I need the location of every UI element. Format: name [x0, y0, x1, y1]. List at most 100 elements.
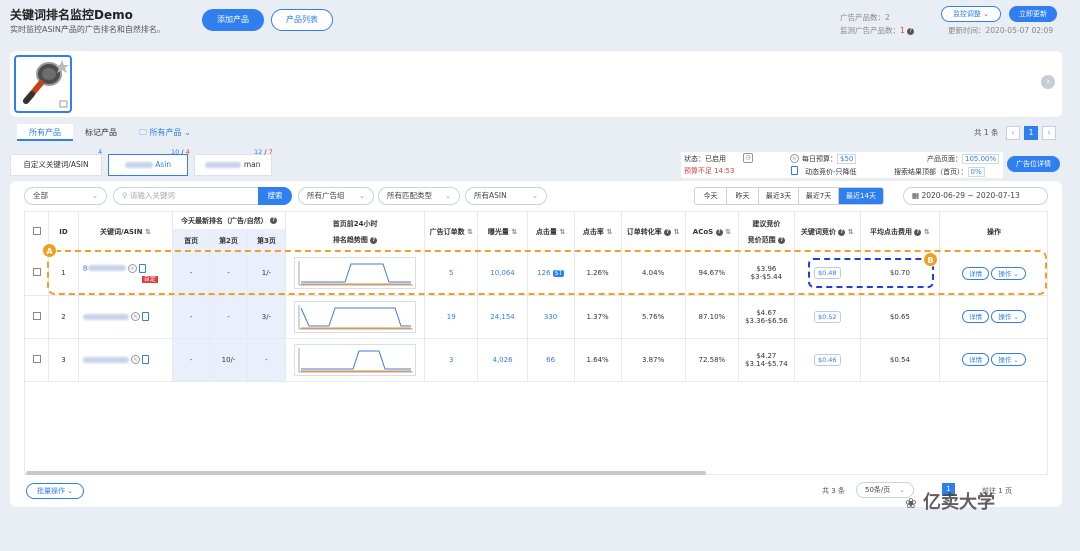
- col-acos[interactable]: ACoS ? ⇅: [685, 212, 740, 252]
- blurred-text: [82, 356, 129, 363]
- row-keyword-bid[interactable]: $0.52: [794, 295, 861, 338]
- row-orders[interactable]: 19: [424, 295, 479, 338]
- pager-prev-button[interactable]: ‹: [1006, 126, 1020, 140]
- help-icon[interactable]: ?: [914, 228, 922, 236]
- budget-warning: 预算不足 14:53: [684, 167, 735, 175]
- detail-button[interactable]: 详情: [962, 353, 990, 366]
- col-orders[interactable]: 广告订单数 ⇅: [424, 212, 479, 252]
- all-select[interactable]: 全部 ⌄: [24, 187, 107, 205]
- product-carousel: ‹ ›: [10, 51, 1062, 117]
- help-icon[interactable]: ?: [778, 236, 786, 244]
- tab-all-products[interactable]: 所有产品: [17, 124, 73, 141]
- sort-icon: ⇅: [144, 228, 151, 236]
- product-thumbnail[interactable]: [14, 55, 72, 113]
- keyword-tab-asin[interactable]: Asin: [108, 154, 188, 176]
- page-title: 关键词排名监控Demo: [10, 8, 133, 22]
- operate-dropdown[interactable]: 操作 ⌄: [991, 353, 1026, 366]
- daily-budget: 每日预算： $50: [802, 154, 857, 164]
- row-ops: 详情 操作 ⌄: [938, 295, 1047, 338]
- row-impressions[interactable]: 24,154: [477, 295, 528, 338]
- ai-icon: AI: [790, 154, 799, 163]
- row-clicks[interactable]: 330: [527, 295, 575, 338]
- row-acos: 87.10%: [685, 295, 740, 338]
- row-suggested-bid: $4.67 $3.36-$6.56: [738, 295, 795, 338]
- row-checkbox[interactable]: [32, 354, 41, 363]
- range-7days[interactable]: 最近7天: [799, 188, 839, 204]
- select-all-checkbox[interactable]: [32, 227, 41, 235]
- search-button[interactable]: 搜索: [258, 187, 292, 205]
- row-impressions[interactable]: 4,026: [477, 338, 528, 381]
- keyword-tab-man[interactable]: man: [194, 154, 272, 176]
- help-icon[interactable]: ?: [270, 217, 278, 224]
- help-icon[interactable]: ?: [838, 228, 846, 236]
- chevron-down-icon: ⌄: [359, 192, 365, 200]
- row-keyword[interactable]: AI: [78, 338, 173, 381]
- sort-icon: ⇅: [725, 228, 731, 236]
- add-product-button[interactable]: 添加产品: [202, 9, 264, 31]
- row-ctr: 1.37%: [574, 295, 622, 338]
- col-ctr[interactable]: 点击率 ⇅: [574, 212, 622, 252]
- pager-page-1[interactable]: 1: [1024, 126, 1038, 140]
- tab-marked-products[interactable]: 标记产品: [85, 127, 117, 138]
- range-today[interactable]: 今天: [695, 188, 727, 204]
- row-orders[interactable]: 3: [424, 338, 479, 381]
- col-impressions[interactable]: 曝光量 ⇅: [477, 212, 528, 252]
- operate-dropdown[interactable]: 操作 ⌄: [991, 310, 1026, 323]
- monitored-count: 监测广告产品数：1 ?: [840, 25, 915, 36]
- annotation-badge-a: A: [42, 243, 57, 258]
- chevron-down-icon: ⌄: [92, 192, 98, 200]
- range-yesterday[interactable]: 昨天: [727, 188, 759, 204]
- row-checkbox[interactable]: [32, 311, 41, 320]
- row-clicks[interactable]: 66: [527, 338, 575, 381]
- asin-select[interactable]: 所有ASIN ⌄: [465, 187, 547, 205]
- document-icon[interactable]: [142, 355, 150, 364]
- col-ops: 操作: [938, 212, 1047, 252]
- col-cvr[interactable]: 订单转化率 ? ⇅: [621, 212, 686, 252]
- chevron-down-icon: ⌄: [184, 128, 191, 137]
- row-checkbox[interactable]: [32, 268, 41, 277]
- row-cvr: 5.76%: [621, 295, 686, 338]
- folder-dropdown[interactable]: 🗀 所有产品 ⌄: [139, 127, 191, 141]
- col-keyword[interactable]: 关键词/ASIN ⇅: [78, 212, 173, 252]
- product-list-button[interactable]: 产品列表: [271, 9, 333, 31]
- range-3days[interactable]: 最近3天: [759, 188, 799, 204]
- ai-icon: AI: [131, 312, 141, 321]
- help-icon[interactable]: ?: [907, 27, 915, 35]
- detail-button[interactable]: 详情: [962, 310, 990, 323]
- product-page: 产品页面： 105.00%: [927, 154, 1000, 164]
- help-icon[interactable]: ?: [715, 228, 723, 236]
- ad-product-count: 广告产品数：2: [840, 13, 890, 22]
- table-row: 3 AI - 10/- - 3 4,026 66 1.64% 3.87% 72.…: [25, 338, 1047, 381]
- ad-detail-button[interactable]: 广告位详情: [1007, 156, 1060, 172]
- ad-group-select[interactable]: 所有广告组 ⌄: [298, 187, 374, 205]
- refresh-now-button[interactable]: 立即更新: [1009, 6, 1057, 22]
- date-range-picker[interactable]: ▦ 2020-06-29 ~ 2020-07-13: [903, 187, 1048, 205]
- row-keyword-bid[interactable]: $0.46: [794, 338, 861, 381]
- row-trend: [285, 295, 426, 338]
- row-keyword[interactable]: AI: [78, 295, 173, 338]
- help-icon[interactable]: ?: [664, 228, 672, 236]
- sort-icon: ⇅: [511, 228, 518, 236]
- help-icon[interactable]: ?: [370, 236, 378, 244]
- row-acos: 72.58%: [685, 338, 740, 381]
- blurred-text: [124, 162, 153, 168]
- col-keyword-bid[interactable]: 关键词竞价 ? ⇅: [794, 212, 861, 252]
- keyword-search-input[interactable]: ⚲ 请输入关键词: [113, 187, 259, 205]
- pager-next-button[interactable]: ›: [1042, 126, 1056, 140]
- range-14days[interactable]: 最近14天: [839, 188, 883, 204]
- ai-icon: AI: [131, 355, 141, 364]
- carousel-next-icon[interactable]: ›: [1041, 75, 1055, 89]
- horizontal-scrollbar[interactable]: [26, 471, 706, 475]
- batch-operation-button[interactable]: 批量操作 ⌄: [26, 483, 84, 499]
- document-icon[interactable]: [142, 312, 150, 321]
- row-page3: 3/-: [247, 295, 287, 338]
- col-clicks[interactable]: 点击量 ⇅: [527, 212, 575, 252]
- col-avg-cpc[interactable]: 平均点击费用 ? ⇅: [860, 212, 940, 252]
- row-trend: [285, 338, 426, 381]
- keyword-tab-custom[interactable]: 自定义关键词/ASIN: [10, 154, 102, 176]
- document-icon[interactable]: [791, 166, 798, 175]
- monitor-adjust-button[interactable]: 监控调整 ⌄: [941, 6, 1001, 22]
- sort-icon: ⇅: [606, 228, 613, 236]
- col-today-rank: 今天最新排名（广告/自然） ?: [172, 212, 287, 229]
- match-type-select[interactable]: 所有匹配类型 ⌄: [378, 187, 460, 205]
